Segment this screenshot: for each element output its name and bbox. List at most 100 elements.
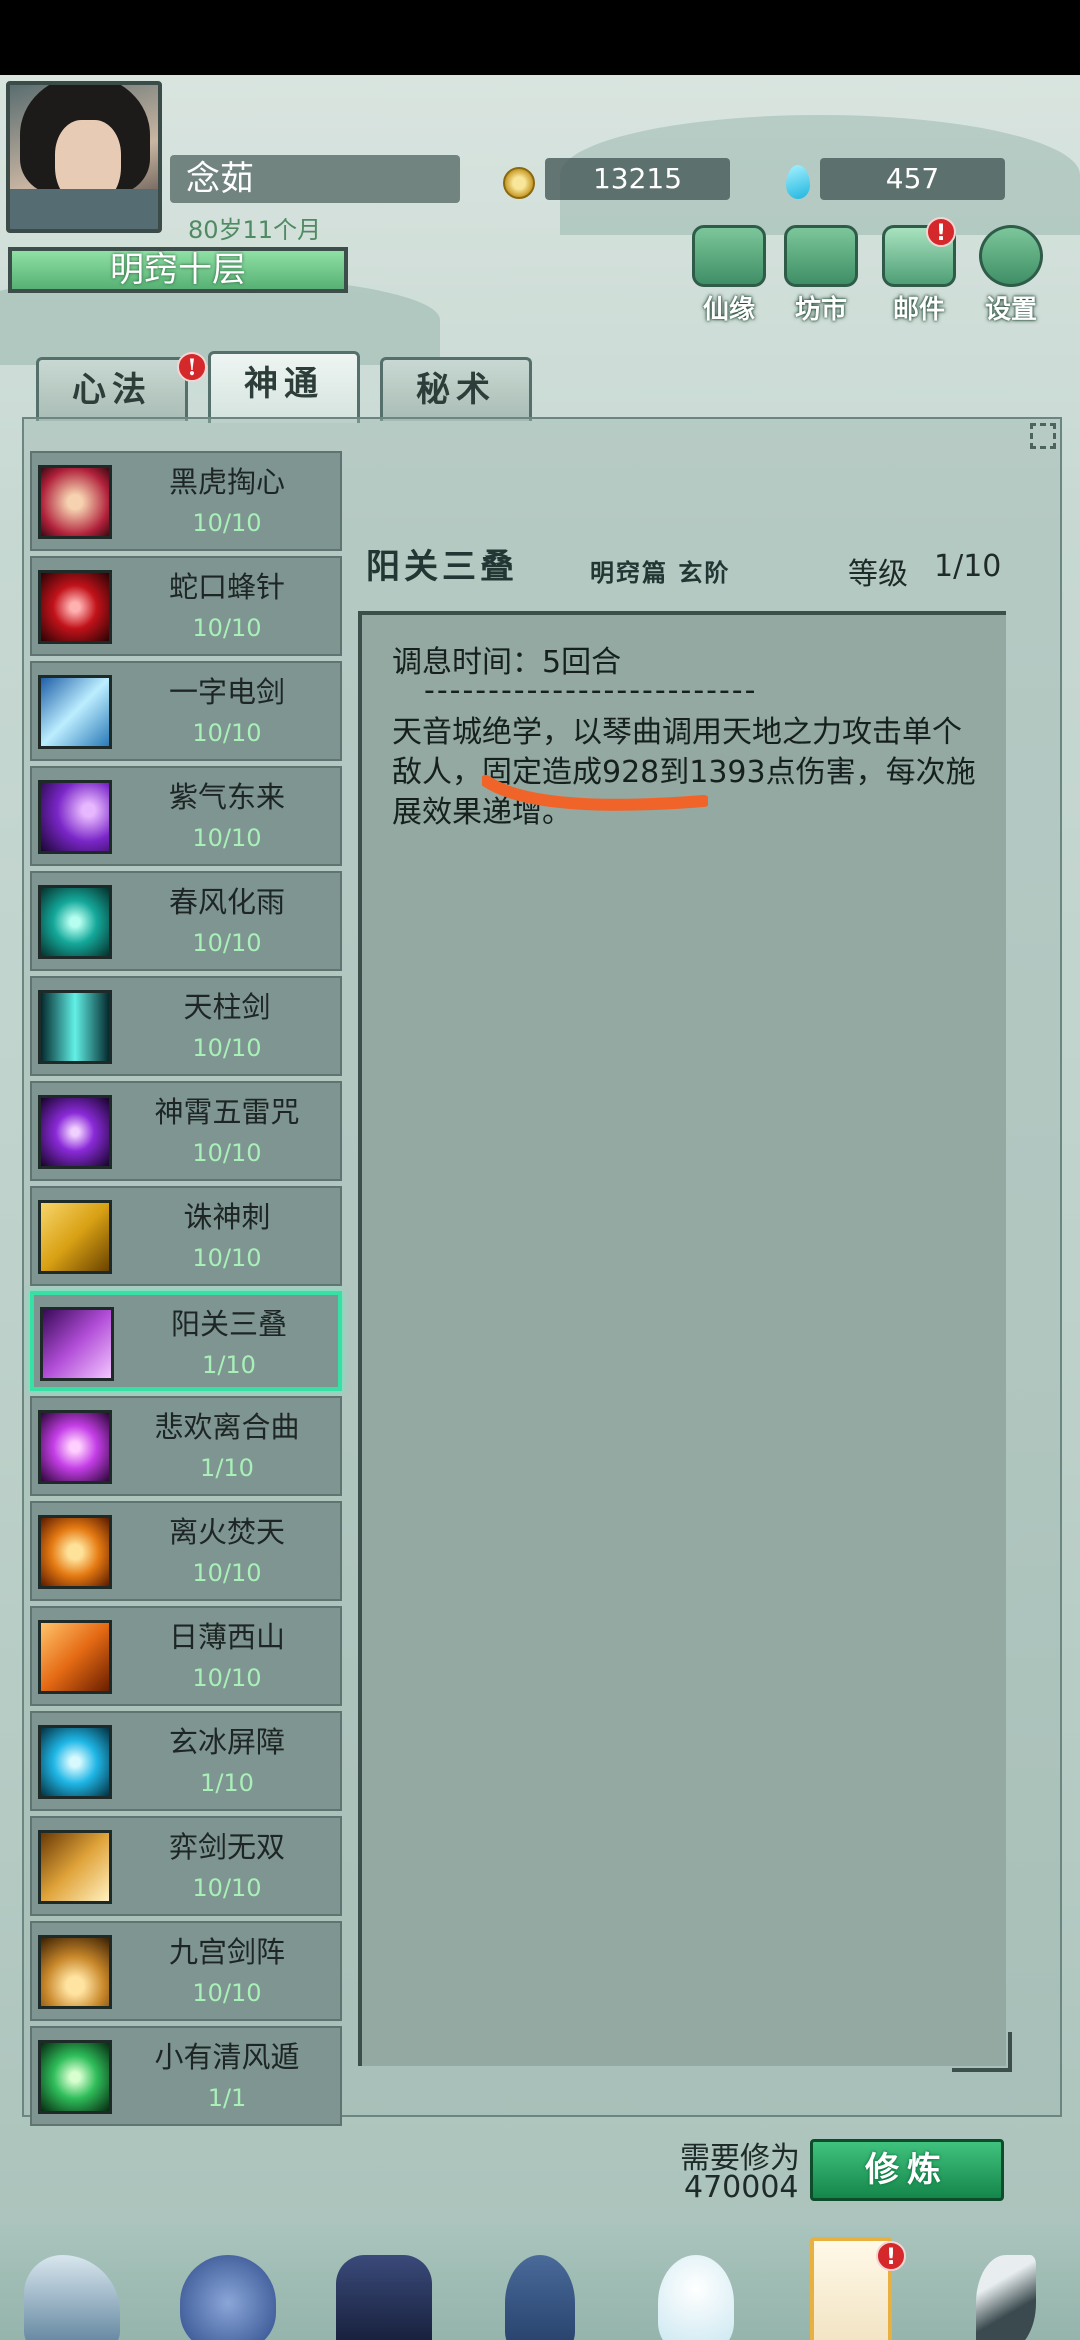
skill-item-tianzhu[interactable]: 天柱剑 10/10 bbox=[30, 976, 342, 1076]
skill-item-xuanbing[interactable]: 玄冰屏障 1/10 bbox=[30, 1711, 342, 1811]
coin-count: 13215 bbox=[545, 158, 730, 200]
tab-xinfa[interactable]: 心法 ! bbox=[36, 352, 207, 421]
skill-level: 1/10 bbox=[200, 1769, 254, 1797]
skill-icon bbox=[38, 465, 112, 539]
nav-gongfa[interactable]: 功法 ! bbox=[780, 2237, 920, 2340]
skill-item-shekou[interactable]: 蛇口蜂针 10/10 bbox=[30, 556, 342, 656]
nav-renwu[interactable]: 人物 bbox=[470, 2255, 610, 2340]
avatar-robe bbox=[10, 189, 158, 229]
skill-name: 日薄西山 bbox=[168, 1620, 285, 1654]
skill-item-zhushen[interactable]: 诛神刺 10/10 bbox=[30, 1186, 342, 1286]
divider: -------------------------- bbox=[424, 673, 758, 708]
skill-name: 离火焚天 bbox=[168, 1515, 285, 1549]
coin-icon bbox=[503, 167, 535, 199]
skill-name: 紫气东来 bbox=[168, 780, 285, 814]
nav-xianchong[interactable]: 仙宠 bbox=[626, 2255, 766, 2340]
skill-level: 10/10 bbox=[192, 509, 262, 537]
skill-item-beihuan[interactable]: 悲欢离合曲 1/10 bbox=[30, 1396, 342, 1496]
skill-name: 弈剑无双 bbox=[168, 1830, 285, 1864]
player-age: 80岁11个月 bbox=[188, 216, 322, 244]
nav-lilian[interactable]: 历练 bbox=[2, 2255, 142, 2340]
skill-detail-subtitle: 明窍篇 玄阶 bbox=[590, 558, 731, 587]
skill-item-ribo[interactable]: 日薄西山 10/10 bbox=[30, 1606, 342, 1706]
skill-level: 10/10 bbox=[192, 719, 262, 747]
mail-alert-badge: ! bbox=[926, 217, 956, 247]
skill-name: 诛神刺 bbox=[183, 1200, 271, 1234]
skill-level: 10/10 bbox=[192, 929, 262, 957]
skill-name: 一字电剑 bbox=[168, 675, 285, 709]
required-cultivation-value: 470004 bbox=[684, 2170, 799, 2205]
nav-dongfu[interactable]: 洞府 bbox=[314, 2255, 454, 2340]
skill-name: 悲欢离合曲 bbox=[154, 1410, 300, 1444]
app-screen: 念茹 80岁11个月 明窍十层 13215 457 仙缘 坊市 邮件 ! 设置 … bbox=[0, 75, 1080, 2340]
skill-icon bbox=[38, 1935, 112, 2009]
market-button[interactable]: 坊市 bbox=[778, 225, 864, 325]
skill-icon bbox=[38, 1830, 112, 1904]
tab-shentong-label: 神通 bbox=[244, 364, 324, 404]
settings-button[interactable]: 设置 bbox=[968, 225, 1054, 325]
skill-icon bbox=[38, 1725, 112, 1799]
skill-item-xiaoyou[interactable]: 小有清风遁 1/1 bbox=[30, 2026, 342, 2126]
tab-xinfa-alert-badge: ! bbox=[177, 352, 207, 382]
settings-label: 设置 bbox=[984, 295, 1037, 325]
skill-level: 10/10 bbox=[192, 1139, 262, 1167]
realm-bar: 明窍十层 bbox=[8, 247, 348, 293]
xianyuan-label: 仙缘 bbox=[702, 295, 755, 325]
skill-item-heihu[interactable]: 黑虎掏心 10/10 bbox=[30, 451, 342, 551]
skill-name: 小有清风遁 bbox=[154, 2040, 300, 2074]
ghost-pet-icon bbox=[658, 2255, 734, 2340]
skill-icon bbox=[38, 1410, 112, 1484]
train-button[interactable]: 修炼 bbox=[810, 2139, 1004, 2201]
tab-shentong[interactable]: 神通 bbox=[208, 351, 360, 423]
skill-icon bbox=[38, 1200, 112, 1274]
skill-level: 10/10 bbox=[192, 614, 262, 642]
avatar[interactable] bbox=[6, 81, 162, 233]
skill-list[interactable]: 黑虎掏心 10/10 蛇口蜂针 10/10 一字电剑 10/10 紫气东来 10… bbox=[30, 451, 342, 2131]
skill-icon bbox=[38, 1095, 112, 1169]
skill-item-yangguan[interactable]: 阳关三叠 1/10 bbox=[30, 1291, 342, 1391]
xianyuan-button[interactable]: 仙缘 bbox=[686, 225, 772, 325]
skill-name: 天柱剑 bbox=[183, 990, 271, 1024]
skill-name: 蛇口蜂针 bbox=[168, 570, 285, 604]
spirit-gem-icon bbox=[786, 165, 810, 199]
brush-icon bbox=[976, 2255, 1036, 2340]
skill-level: 10/10 bbox=[192, 1664, 262, 1692]
skill-name: 神霄五雷咒 bbox=[154, 1095, 300, 1129]
skill-item-chunfeng[interactable]: 春风化雨 10/10 bbox=[30, 871, 342, 971]
skill-item-yijian[interactable]: 弈剑无双 10/10 bbox=[30, 1816, 342, 1916]
corner-decoration bbox=[952, 2032, 1012, 2072]
market-icon bbox=[784, 225, 858, 287]
skill-level: 10/10 bbox=[192, 1034, 262, 1062]
skill-detail-box: 调息时间：5回合 -------------------------- 天音城绝… bbox=[358, 611, 1012, 2072]
skill-level: 1/10 bbox=[202, 1351, 256, 1379]
skill-item-yizi[interactable]: 一字电剑 10/10 bbox=[30, 661, 342, 761]
skill-level: 1/1 bbox=[207, 2084, 247, 2112]
mountain-icon bbox=[24, 2255, 120, 2340]
skill-icon bbox=[38, 885, 112, 959]
expand-icon[interactable] bbox=[1030, 423, 1056, 449]
skill-level: 10/10 bbox=[192, 824, 262, 852]
market-label: 坊市 bbox=[794, 295, 847, 325]
skill-description: 天音城绝学，以琴曲调用天地之力攻击单个敌人，固定造成928到1393点伤害，每次… bbox=[392, 715, 976, 830]
skill-level: 10/10 bbox=[192, 1874, 262, 1902]
skill-item-shenxiao[interactable]: 神霄五雷咒 10/10 bbox=[30, 1081, 342, 1181]
skill-icon bbox=[38, 570, 112, 644]
player-name: 念茹 bbox=[170, 155, 460, 203]
skill-icon bbox=[38, 1620, 112, 1694]
skill-item-jiugong[interactable]: 九宫剑阵 10/10 bbox=[30, 1921, 342, 2021]
nav-chuwu[interactable]: 储物 bbox=[158, 2255, 298, 2340]
skill-level: 10/10 bbox=[192, 1244, 262, 1272]
skill-icon bbox=[40, 1307, 114, 1381]
tab-mishu[interactable]: 秘术 bbox=[380, 357, 532, 421]
level-value: 1/10 bbox=[934, 549, 1002, 584]
mail-button[interactable]: 邮件 ! bbox=[876, 217, 962, 325]
skill-level: 10/10 bbox=[192, 1979, 262, 2007]
skill-item-lihuo[interactable]: 离火焚天 10/10 bbox=[30, 1501, 342, 1601]
skill-icon bbox=[38, 675, 112, 749]
gem-count: 457 bbox=[820, 158, 1005, 200]
nav-qiyu[interactable]: 奇遇 bbox=[936, 2255, 1076, 2340]
gear-icon bbox=[979, 225, 1043, 287]
skill-name: 春风化雨 bbox=[168, 885, 285, 919]
skill-item-ziqi[interactable]: 紫气东来 10/10 bbox=[30, 766, 342, 866]
skill-level: 10/10 bbox=[192, 1559, 262, 1587]
